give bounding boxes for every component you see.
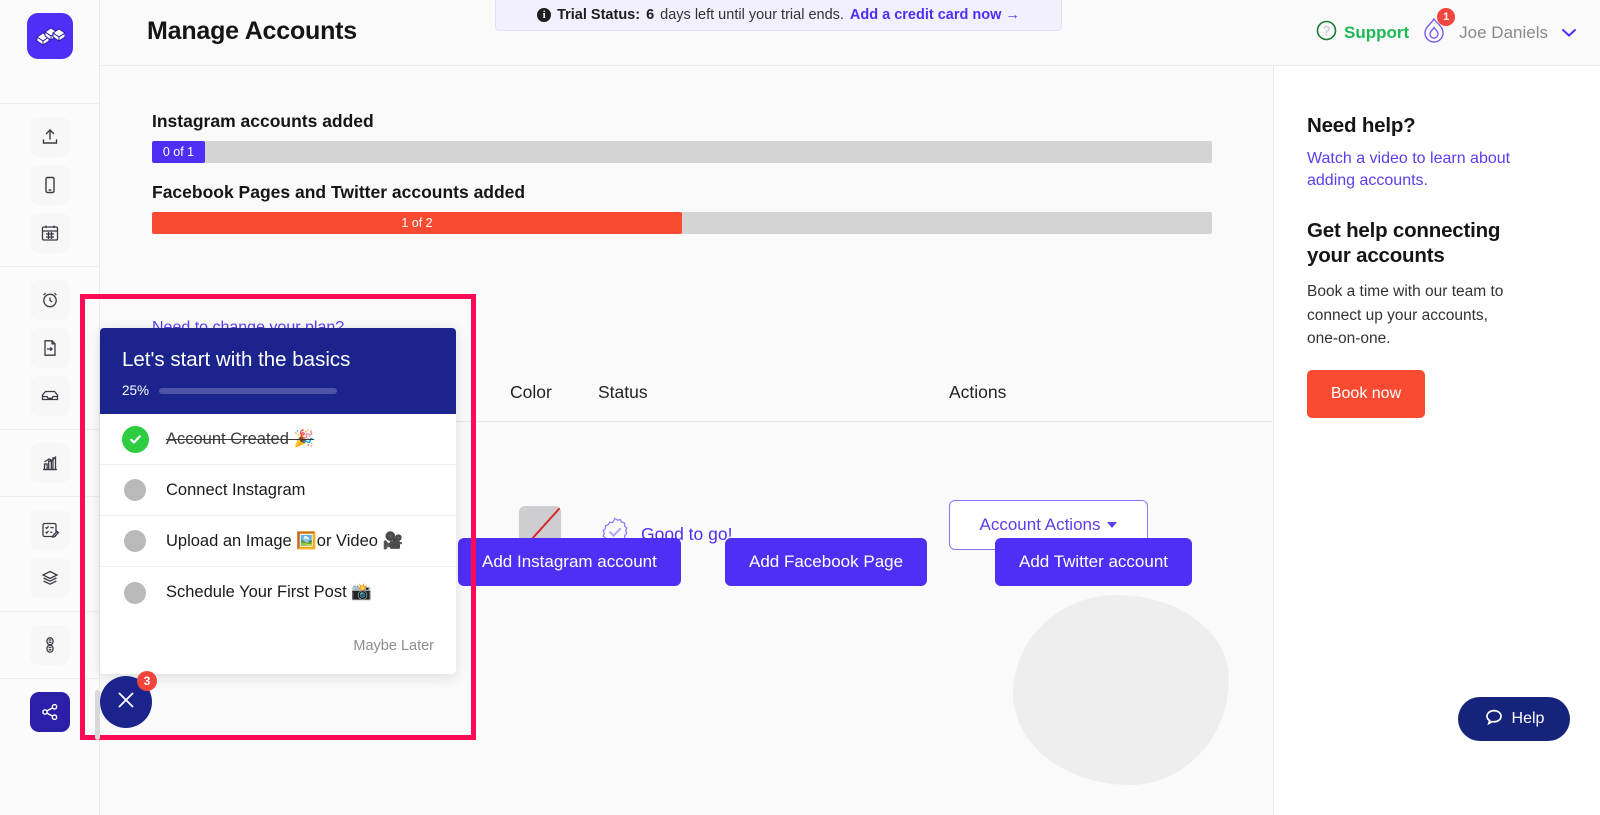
book-now-button[interactable]: Book now	[1307, 370, 1425, 418]
facebook-twitter-progress-label: Facebook Pages and Twitter accounts adde…	[152, 182, 525, 203]
rail-group-accounts	[0, 679, 99, 745]
checklist-item-1[interactable]: Connect Instagram	[100, 465, 456, 516]
todo-circle-icon	[124, 479, 146, 501]
rail-group-queue	[0, 267, 99, 430]
rail-group-links	[0, 612, 99, 679]
link-icon	[40, 635, 60, 655]
support-label: Support	[1344, 23, 1409, 43]
checklist-items: Account Created 🎉 Connect Instagram Upload…	[100, 414, 456, 618]
flame-icon	[1421, 33, 1447, 50]
left-nav-rail	[0, 0, 100, 815]
checklist-item-2[interactable]: Upload an Image 🖼️or Video 🎥	[100, 516, 456, 567]
checklist-progress: 25%	[122, 383, 434, 398]
checklist-footer: Maybe Later	[100, 618, 456, 674]
help-widget-label: Help	[1512, 710, 1545, 728]
onboarding-checklist: Let's start with the basics 25% Account …	[100, 328, 456, 674]
checklist-item-label: Upload an Image 🖼️or Video 🎥	[166, 532, 403, 551]
trial-label: Trial Status:	[557, 7, 640, 23]
chevron-down-icon[interactable]	[1560, 25, 1578, 42]
rail-item-upload[interactable]	[30, 117, 70, 157]
account-actions-label: Account Actions	[980, 515, 1101, 535]
add-twitter-account-button[interactable]: Add Twitter account	[995, 538, 1192, 586]
rail-group-library	[0, 497, 99, 612]
info-icon: i	[537, 8, 551, 22]
close-x-icon	[113, 687, 139, 718]
add-credit-card-link[interactable]: Add a credit card now →	[850, 7, 1020, 23]
alarm-clock-icon	[40, 290, 60, 310]
facebook-twitter-progress-fill: 1 of 2	[152, 212, 682, 234]
streak-badge: 1	[1437, 8, 1455, 26]
bar-chart-icon	[40, 453, 60, 473]
rail-item-accounts[interactable]	[30, 692, 70, 732]
todo-circle-icon	[124, 582, 146, 604]
support-button[interactable]: Support	[1316, 20, 1409, 46]
checklist-close-fab[interactable]: 3	[100, 676, 152, 728]
app-logo-icon[interactable]	[27, 13, 73, 59]
instagram-progress-fill: 0 of 1	[152, 141, 205, 163]
facebook-twitter-progress-bar: 1 of 2	[152, 212, 1212, 234]
add-facebook-page-button[interactable]: Add Facebook Page	[725, 538, 927, 586]
need-help-heading: Need help?	[1307, 114, 1568, 138]
checklist-item-label: Schedule Your First Post 📸	[166, 583, 372, 602]
rail-item-analytics[interactable]	[30, 443, 70, 483]
caret-down-icon	[1107, 522, 1117, 528]
rail-item-inbox[interactable]	[30, 376, 70, 416]
column-header-status: Status	[598, 382, 648, 403]
rail-item-mobile[interactable]	[30, 165, 70, 205]
rail-item-drafts[interactable]	[30, 328, 70, 368]
support-circle-icon	[1316, 20, 1337, 46]
maybe-later-button[interactable]: Maybe Later	[353, 638, 434, 654]
checklist-progress-track	[159, 388, 337, 394]
checklist-item-label: Account Created 🎉	[166, 430, 314, 449]
rail-group-create	[0, 103, 99, 267]
trial-days: 6	[646, 7, 654, 23]
checklist-edit-icon	[40, 520, 60, 540]
calendar-icon	[40, 223, 60, 243]
chat-bubble-icon	[1484, 707, 1504, 732]
checklist-item-label: Connect Instagram	[166, 481, 305, 500]
column-header-actions: Actions	[949, 382, 1006, 403]
column-header-color: Color	[510, 382, 552, 403]
todo-circle-icon	[124, 530, 146, 552]
checklist-percent-label: 25%	[122, 383, 149, 398]
get-help-heading: Get help connecting your accounts	[1307, 218, 1537, 269]
trial-status-banner: i Trial Status: 6 days left until your t…	[495, 0, 1062, 31]
page-title: Manage Accounts	[147, 17, 357, 46]
mobile-icon	[40, 175, 60, 195]
help-widget-button[interactable]: Help	[1458, 697, 1570, 741]
watch-video-link[interactable]: Watch a video to learn about adding acco…	[1307, 148, 1522, 192]
upload-icon	[40, 127, 60, 147]
rail-item-library[interactable]	[30, 558, 70, 598]
user-menu-name[interactable]: Joe Daniels	[1459, 23, 1548, 43]
streak-button[interactable]: 1	[1421, 16, 1447, 51]
top-bar: Manage Accounts i Trial Status: 6 days l…	[100, 0, 1600, 66]
layers-icon	[40, 568, 60, 588]
checklist-title: Let's start with the basics	[122, 348, 434, 372]
rail-group-analytics	[0, 430, 99, 497]
top-bar-right: Support 1 Joe Daniels	[1316, 14, 1578, 52]
instagram-progress-label: Instagram accounts added	[152, 111, 374, 132]
rail-item-planner[interactable]	[30, 510, 70, 550]
app-root: Manage Accounts i Trial Status: 6 days l…	[0, 0, 1600, 815]
trial-rest: days left until your trial ends.	[660, 7, 844, 23]
rail-item-links[interactable]	[30, 625, 70, 665]
checklist-item-3[interactable]: Schedule Your First Post 📸	[100, 567, 456, 618]
file-export-icon	[40, 338, 60, 358]
checklist-item-0[interactable]: Account Created 🎉	[100, 414, 456, 465]
add-instagram-account-button[interactable]: Add Instagram account	[458, 538, 681, 586]
inbox-icon	[40, 386, 60, 406]
checklist-header: Let's start with the basics 25%	[100, 328, 456, 414]
share-nodes-icon	[40, 702, 60, 722]
instagram-progress-bar: 0 of 1	[152, 141, 1212, 163]
rail-item-calendar[interactable]	[30, 213, 70, 253]
get-help-body: Book a time with our team to connect up …	[1307, 280, 1522, 350]
checklist-fab-badge: 3	[137, 671, 157, 691]
check-circle-icon	[122, 426, 149, 453]
rail-item-queue[interactable]	[30, 280, 70, 320]
content-scrollbar[interactable]	[95, 690, 100, 740]
